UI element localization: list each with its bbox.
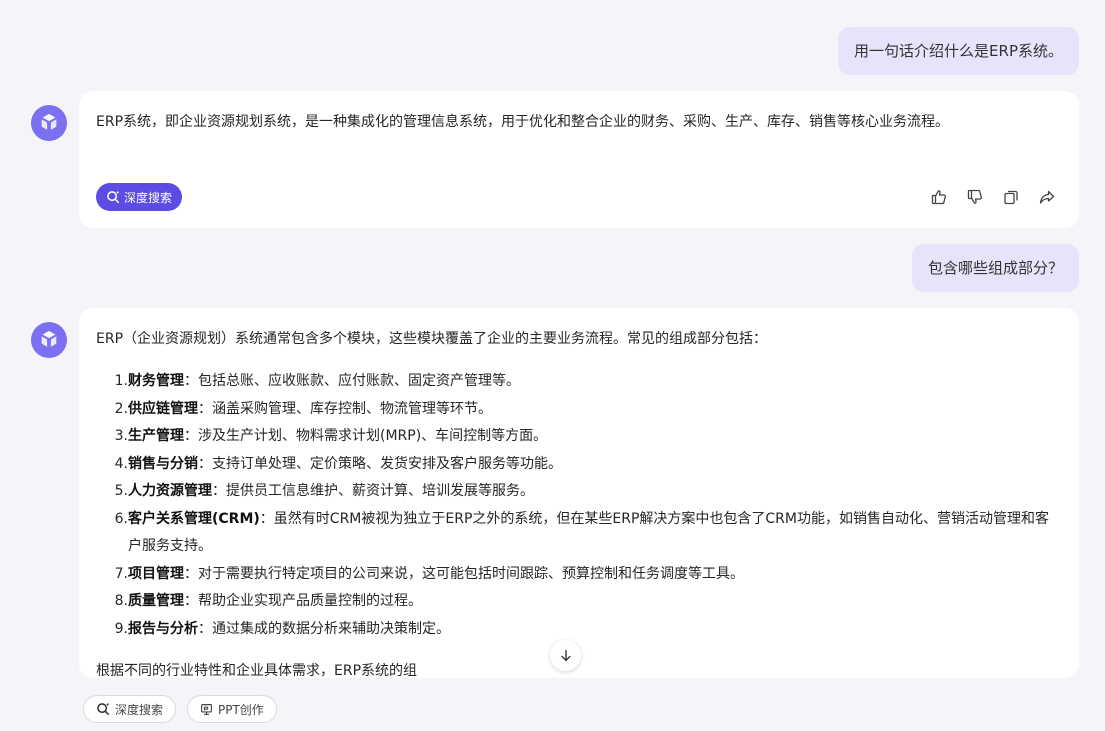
ppt-create-button[interactable]: PPT创作 [187, 695, 277, 723]
search-icon [107, 191, 120, 204]
assistant-avatar [31, 322, 67, 358]
deep-search-label: 深度搜索 [115, 702, 164, 717]
share-icon [1039, 190, 1055, 204]
deep-search-chip-label: 深度搜索 [124, 190, 173, 205]
list-item: 8. 质量管理：帮助企业实现产品质量控制的过程。 [114, 593, 422, 609]
assistant-avatar [31, 105, 67, 141]
list-item: 2. 供应链管理：涵盖采购管理、库存控制、物流管理等环节。 [114, 400, 492, 417]
list-item: 4. 销售与分销：支持订单处理、定价策略、发货安排及客户服务等功能。 [114, 455, 562, 472]
search-icon [97, 703, 110, 716]
avatar-logo-icon [41, 330, 57, 347]
message-actions [929, 187, 1057, 207]
ppt-icon [201, 703, 212, 715]
assistant-message-text: ERP系统，即企业资源规划系统，是一种集成化的管理信息系统，用于优化和整合企业的… [96, 114, 950, 130]
module-list: 1. 财务管理：包括总账、应收账款、应付账款、固定资产管理等。 2. 供应链管理：涵… [96, 368, 1049, 643]
list-item: 1. 财务管理：包括总账、应收账款、应付账款、固定资产管理等。 [114, 373, 520, 389]
deep-search-button[interactable]: 深度搜索 [83, 695, 177, 723]
list-item: 7. 项目管理：对于需要执行特定项目的公司来说，这可能包括时间跟踪、预算控制和任务… [114, 565, 744, 582]
copy-icon [1004, 190, 1018, 205]
assistant-message: ERP系统，即企业资源规划系统，是一种集成化的管理信息系统，用于优化和整合企业的… [79, 91, 1079, 228]
thumbs-down-icon [967, 189, 983, 204]
arrow-down-icon [560, 649, 571, 661]
assistant-message: ERP（企业资源规划）系统通常包含多个模块，这些模块覆盖了企业的主要业务流程。常… [79, 308, 1079, 678]
ppt-create-label: PPT创作 [218, 702, 264, 717]
like-button[interactable] [929, 187, 949, 207]
user-message: 用一句话介绍什么是ERP系统。 [838, 27, 1079, 75]
bottom-toolbar: 深度搜索 PPT创作 [0, 678, 1105, 731]
list-item: 5. 人力资源管理：提供员工信息维护、薪资计算、培训发展等服务。 [114, 483, 534, 499]
list-item: 6. 客户关系管理(CRM)：虽然有时CRM被视为独立于ERP之外的系统，但在某些… [114, 510, 1049, 555]
user-message-text: 包含哪些组成部分？ [927, 259, 1063, 277]
share-button[interactable] [1037, 187, 1057, 207]
user-message-text: 用一句话介绍什么是ERP系统。 [854, 42, 1063, 60]
scroll-to-bottom-button[interactable] [550, 640, 581, 671]
dislike-button[interactable] [965, 187, 985, 207]
answer-intro: ERP（企业资源规划）系统通常包含多个模块，这些模块覆盖了企业的主要业务流程。常… [96, 331, 768, 347]
user-message: 包含哪些组成部分？ [911, 244, 1079, 292]
list-item: 3. 生产管理：涉及生产计划、物料需求计划(MRP)、车间控制等方面。 [114, 428, 548, 444]
avatar-logo-icon [41, 113, 57, 130]
list-item: 9. 报告与分析：通过集成的数据分析来辅助决策制定。 [114, 620, 450, 637]
deep-search-chip[interactable]: 深度搜索 [96, 183, 183, 211]
copy-button[interactable] [1001, 187, 1021, 207]
chat-page: 用一句话介绍什么是ERP系统。 ERP系统，即企业资源规划系统，是一种集成化的管… [0, 0, 1105, 731]
thumbs-up-icon [931, 190, 947, 205]
